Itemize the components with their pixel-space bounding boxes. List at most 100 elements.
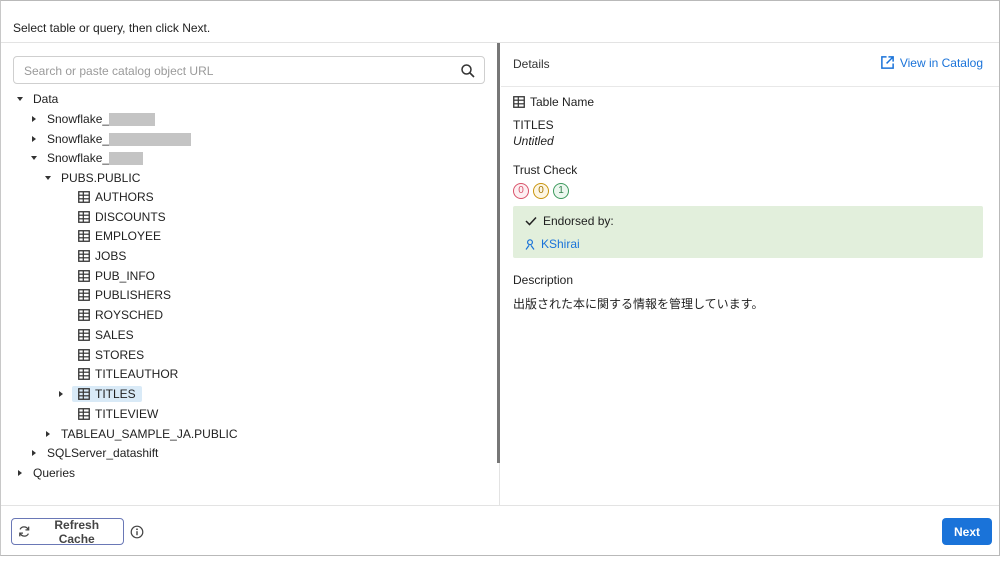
connect-dialog: Select table or query, then click Next. … <box>0 0 1000 556</box>
table-icon <box>78 250 90 262</box>
refresh-icon <box>19 526 30 537</box>
table-label: STORES <box>95 348 145 362</box>
table-label: EMPLOYEE <box>95 229 162 243</box>
tree-node-source[interactable]: Snowflake_ <box>29 129 192 149</box>
table-label: AUTHORS <box>95 190 154 204</box>
table-icon <box>78 270 90 282</box>
table-name-label: Table Name <box>530 95 595 109</box>
instruction-text: Select table or query, then click Next. <box>13 21 211 35</box>
table-name-heading: Table Name <box>513 95 594 109</box>
caret-right-icon[interactable] <box>29 448 39 458</box>
table-label: SALES <box>95 328 134 342</box>
tree-node-source[interactable]: Snowflake_ <box>29 109 156 129</box>
table-caption: Untitled <box>513 134 554 148</box>
tree-node-label: SQLServer_datashift <box>47 446 159 460</box>
table-label: DISCOUNTS <box>95 210 166 224</box>
table-icon <box>78 230 90 242</box>
endorser-link[interactable]: KShirai <box>525 237 580 251</box>
table-icon <box>78 289 90 301</box>
caution-count-badge[interactable]: 0 <box>533 183 549 199</box>
tree-node-schema[interactable]: TABLEAU_SAMPLE_JA.PUBLIC <box>43 424 238 444</box>
table-icon <box>513 96 525 108</box>
endorsed-by-row: Endorsed by: <box>525 214 614 228</box>
table-label: TITLEAUTHOR <box>95 367 179 381</box>
table-icon <box>78 191 90 203</box>
divider <box>1 505 999 506</box>
redacted-text <box>109 132 192 146</box>
caret-right-icon[interactable] <box>29 114 39 124</box>
table-item-employee[interactable]: EMPLOYEE <box>78 226 161 246</box>
table-icon <box>78 329 90 341</box>
external-link-icon <box>880 56 894 69</box>
tree-node-label: PUBS.PUBLIC <box>61 171 141 185</box>
refresh-cache-button[interactable]: Refresh Cache <box>11 517 124 546</box>
selected-highlight: TITLES <box>72 386 142 402</box>
redacted-text <box>109 151 144 165</box>
certified-count-badge[interactable]: 1 <box>553 183 569 199</box>
tree-node-label: Queries <box>33 466 76 480</box>
endorser-name: KShirai <box>541 237 580 251</box>
checkmark-icon <box>525 216 537 226</box>
table-icon <box>78 408 90 420</box>
table-icon <box>78 388 90 400</box>
search-box <box>13 56 485 84</box>
table-label: TITLES <box>95 387 136 401</box>
tree-node-source[interactable]: Snowflake_ <box>29 148 144 168</box>
caret-right-icon[interactable] <box>15 468 25 478</box>
divider <box>501 86 999 87</box>
caret-right-icon[interactable] <box>43 429 53 439</box>
caret-down-icon[interactable] <box>43 173 53 183</box>
tree-node-label: Data <box>33 92 59 106</box>
catalog-browser-pane: Data Snowflake_ Snowflake_ Snowflake_ PU… <box>1 43 497 505</box>
table-item-pub-info[interactable]: PUB_INFO <box>78 266 155 286</box>
table-item-discounts[interactable]: DISCOUNTS <box>78 207 166 227</box>
table-label: PUB_INFO <box>95 269 156 283</box>
table-label: TITLEVIEW <box>95 407 159 421</box>
description-text: 出版された本に関する情報を管理しています。 <box>513 297 764 311</box>
search-icon[interactable] <box>460 63 476 79</box>
tree-node-label: TABLEAU_SAMPLE_JA.PUBLIC <box>61 427 238 441</box>
table-item-titles[interactable]: TITLES <box>56 384 142 404</box>
table-item-sales[interactable]: SALES <box>78 325 134 345</box>
trust-check-badges: 0 0 1 <box>513 183 569 199</box>
scrollbar-thumb[interactable] <box>497 43 500 463</box>
caret-right-icon[interactable] <box>29 134 39 144</box>
table-item-stores[interactable]: STORES <box>78 345 144 365</box>
table-item-jobs[interactable]: JOBS <box>78 246 126 266</box>
redacted-text <box>109 112 156 126</box>
table-item-authors[interactable]: AUTHORS <box>78 187 154 207</box>
details-pane: Details View in Catalog Table Name TITLE… <box>501 43 999 505</box>
caret-down-icon[interactable] <box>15 94 25 104</box>
details-header: Details <box>513 57 550 71</box>
endorsed-by-label: Endorsed by: <box>543 214 614 228</box>
tree-node-label: Snowflake_ <box>47 112 110 126</box>
search-input[interactable] <box>22 62 452 80</box>
table-item-titleview[interactable]: TITLEVIEW <box>78 404 158 424</box>
view-in-catalog-link[interactable]: View in Catalog <box>880 55 983 70</box>
caret-right-icon[interactable] <box>56 389 66 399</box>
tree-node-source[interactable]: SQLServer_datashift <box>29 443 158 463</box>
table-name-value: TITLES <box>513 118 554 132</box>
table-icon <box>78 368 90 380</box>
table-item-roysched[interactable]: ROYSCHED <box>78 305 163 325</box>
description-label: Description <box>513 273 574 287</box>
table-label: JOBS <box>95 249 127 263</box>
tree-node-label: Snowflake_ <box>47 132 110 146</box>
info-icon[interactable] <box>130 525 144 539</box>
trust-check-label: Trust Check <box>513 163 578 177</box>
warning-count-badge[interactable]: 0 <box>513 183 529 199</box>
endorsement-panel: Endorsed by: KShirai <box>513 206 983 258</box>
table-label: PUBLISHERS <box>95 288 172 302</box>
caret-down-icon[interactable] <box>29 153 39 163</box>
table-icon <box>78 211 90 223</box>
table-icon <box>78 309 90 321</box>
table-item-publishers[interactable]: PUBLISHERS <box>78 285 171 305</box>
tree-node-queries[interactable]: Queries <box>15 463 75 483</box>
next-button[interactable]: Next <box>942 518 992 545</box>
tree-node-schema[interactable]: PUBS.PUBLIC <box>43 168 140 188</box>
table-item-titleauthor[interactable]: TITLEAUTHOR <box>78 364 178 384</box>
tree-node-label: Snowflake_ <box>47 151 110 165</box>
tree-node-data[interactable]: Data <box>15 89 58 109</box>
table-icon <box>78 349 90 361</box>
refresh-cache-label: Refresh Cache <box>54 517 100 546</box>
